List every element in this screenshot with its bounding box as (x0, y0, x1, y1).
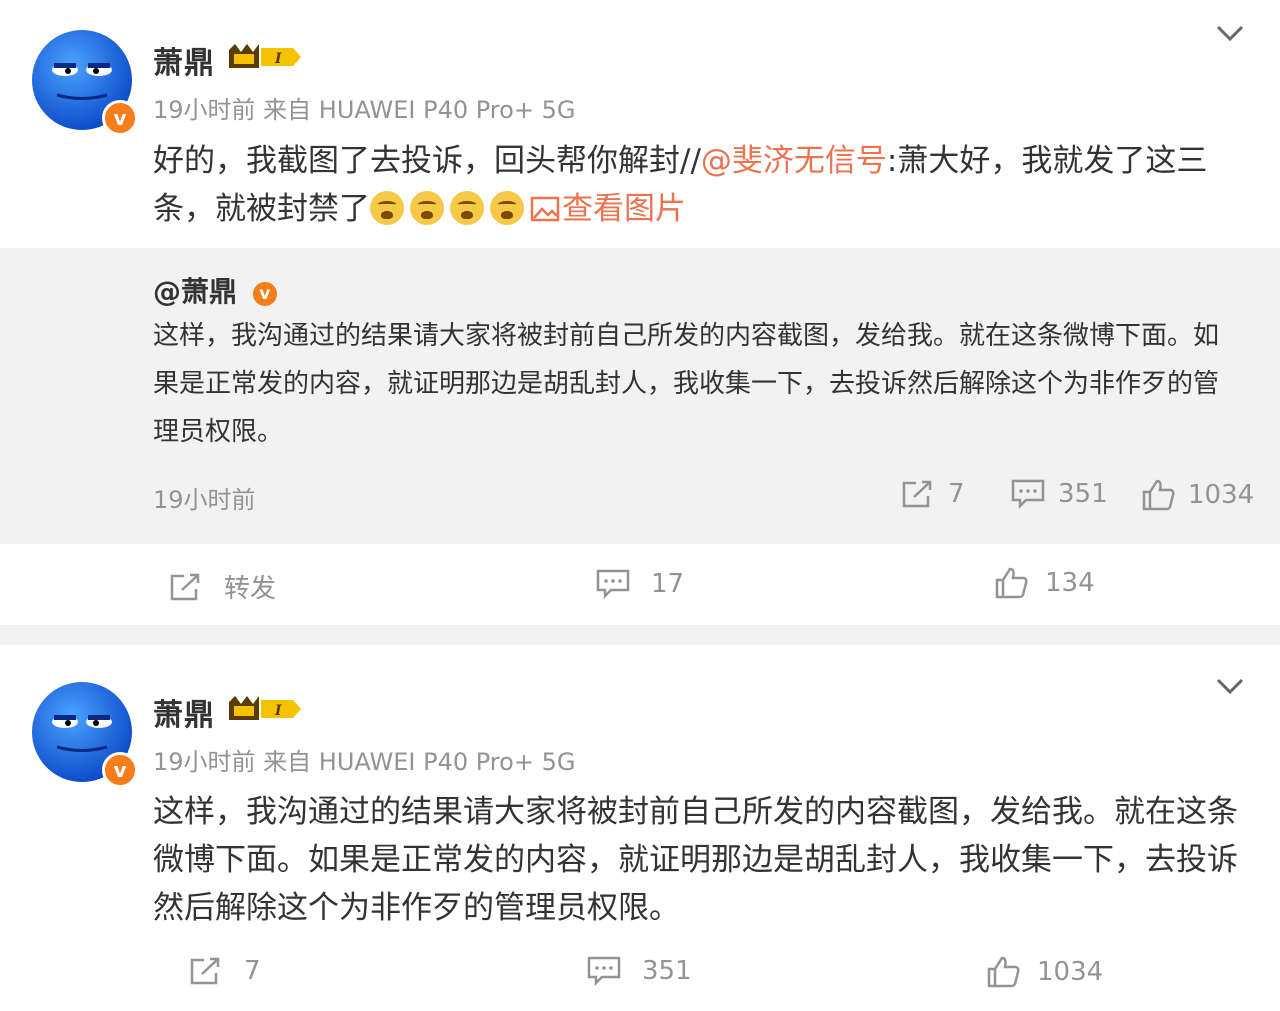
repost-icon (170, 573, 200, 600)
comment-icon (587, 956, 621, 987)
like-count: 134 (1045, 568, 1095, 598)
repost-count: 7 (244, 956, 261, 986)
like-icon (995, 567, 1028, 599)
avatar[interactable]: v (32, 682, 138, 788)
chevron-down-icon[interactable] (1215, 22, 1245, 44)
like-icon (1142, 479, 1175, 511)
comment-button[interactable]: 351 (586, 955, 692, 987)
svg-text:I: I (274, 703, 282, 719)
crying-emoji-icon (490, 191, 524, 225)
username[interactable]: 萧鼎 (153, 38, 215, 82)
chevron-down-icon[interactable] (1215, 675, 1245, 697)
view-image-label: 查看图片 (562, 191, 686, 227)
post-text-part-a: 好的，我截图了去投诉，回头帮你解封// (153, 143, 701, 179)
comment-button[interactable]: 17 (595, 568, 684, 600)
crown-badge-icon[interactable]: I (225, 692, 303, 726)
post-text-part-b: :萧大好，我就发了这三 (886, 143, 1208, 179)
verified-icon: v (252, 282, 277, 306)
verified-icon: v (102, 752, 138, 788)
crying-emoji-icon (410, 191, 444, 225)
repost-button[interactable]: 转发 (168, 568, 276, 605)
view-image-link[interactable]: 查看图片 (530, 191, 686, 227)
username[interactable]: 萧鼎 (153, 690, 215, 734)
avatar[interactable]: v (32, 30, 138, 136)
crown-badge-icon[interactable]: I (225, 40, 303, 74)
post-text: 好的，我截图了去投诉，回头帮你解封//@斐济无信号:萧大好，我就发了这三 条，就… (153, 137, 1243, 233)
quoted-repost-button[interactable]: 7 (900, 478, 965, 510)
post-meta: 19小时前 来自 HUAWEI P40 Pro+ 5G (153, 748, 576, 776)
quoted-time: 19小时前 (153, 486, 256, 514)
image-icon (530, 196, 560, 222)
comment-icon (596, 569, 630, 600)
comment-count: 351 (642, 956, 692, 986)
post-text: 这样，我沟通过的结果请大家将被封前自己所发的内容截图，发给我。就在这条微博下面。… (153, 794, 1238, 926)
quoted-author[interactable]: @萧鼎 v (153, 270, 277, 310)
repost-label: 转发 (224, 574, 277, 604)
quoted-like-count: 1034 (1188, 480, 1255, 510)
like-button[interactable]: 134 (993, 566, 1095, 600)
post-meta: 19小时前 来自 HUAWEI P40 Pro+ 5G (153, 96, 576, 124)
mention-link[interactable]: @斐济无信号 (701, 143, 887, 179)
crying-emoji-icon (450, 191, 484, 225)
verified-icon: v (102, 100, 138, 136)
comment-icon (1011, 479, 1045, 510)
quoted-comment-count: 351 (1058, 479, 1108, 509)
quoted-text: 这样，我沟通过的结果请大家将被封前自己所发的内容截图，发给我。就在这条微博下面。… (153, 321, 1220, 447)
quoted-repost-count: 7 (948, 479, 965, 509)
quoted-comment-button[interactable]: 351 (1010, 478, 1108, 510)
like-icon (987, 956, 1020, 988)
quoted-like-button[interactable]: 1034 (1140, 478, 1254, 512)
post-text-part-c: 条，就被封禁了 (153, 191, 370, 227)
weibo-post-1: v 萧鼎 I 19小时前 来自 HUAWEI P40 Pro+ 5G 好的，我截… (0, 0, 1280, 625)
repost-button[interactable]: 7 (188, 955, 261, 987)
svg-text:I: I (274, 51, 282, 67)
repost-icon (190, 957, 220, 985)
repost-icon (902, 480, 932, 508)
quoted-author-name[interactable]: @萧鼎 (153, 275, 237, 308)
weibo-post-2: v 萧鼎 I 19小时前 来自 HUAWEI P40 Pro+ 5G 这样，我沟… (0, 645, 1280, 1011)
like-button[interactable]: 1034 (985, 955, 1103, 989)
crying-emoji-icon (370, 191, 404, 225)
post-separator (0, 625, 1280, 645)
like-count: 1034 (1037, 957, 1104, 987)
comment-count: 17 (651, 569, 685, 599)
